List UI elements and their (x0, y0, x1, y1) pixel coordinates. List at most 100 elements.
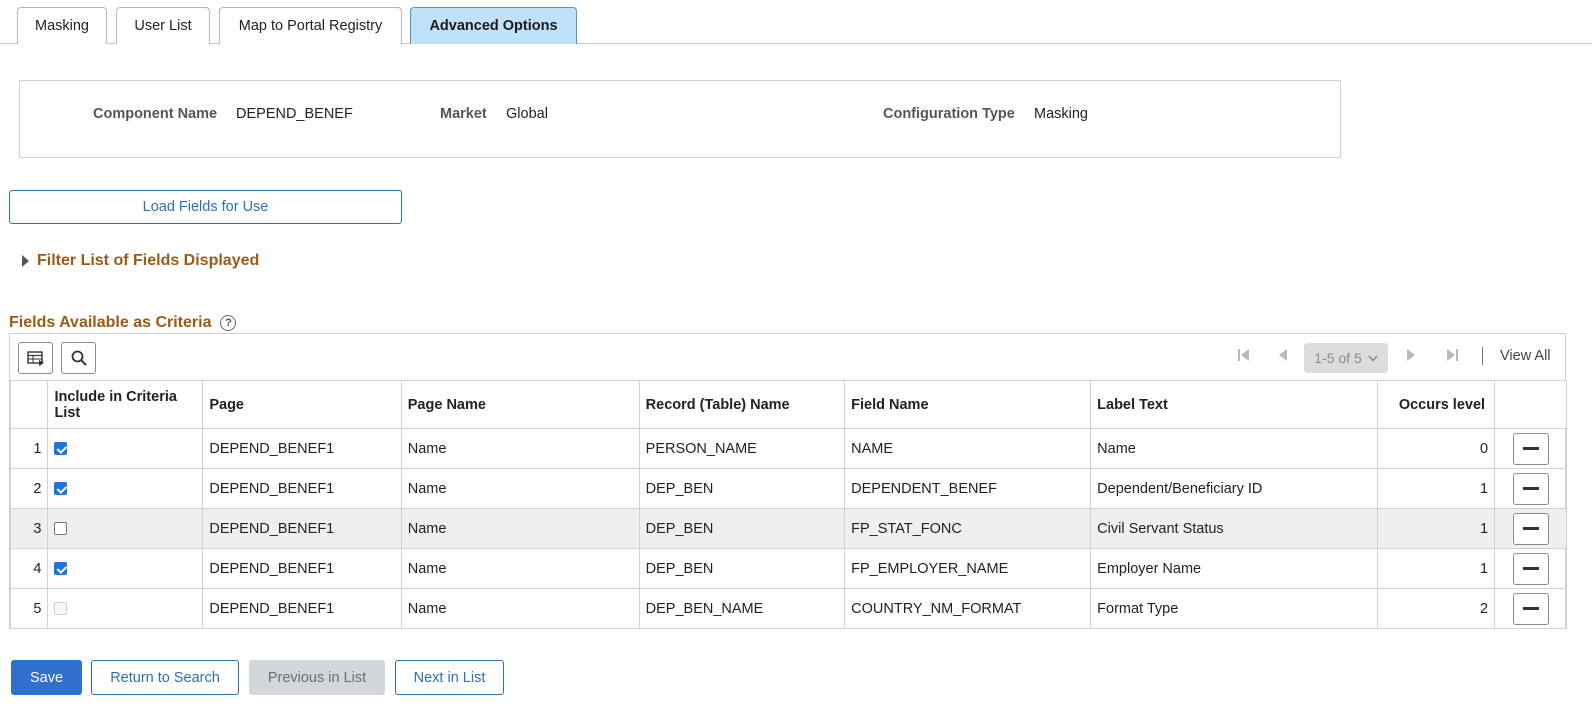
help-icon[interactable]: ? (220, 315, 237, 331)
next-in-list-button[interactable]: Next in List (395, 660, 504, 695)
label-text-cell: Dependent/Beneficiary ID (1090, 468, 1378, 509)
view-all-link[interactable]: View All (1500, 348, 1551, 364)
next-page-icon[interactable] (1406, 348, 1416, 365)
minus-icon (1522, 487, 1539, 490)
previous-page-icon[interactable] (1278, 348, 1288, 365)
record-name-cell: DEP_BEN_NAME (638, 588, 846, 629)
previous-in-list-button[interactable]: Previous in List (249, 660, 385, 695)
first-page-icon[interactable] (1238, 348, 1250, 365)
page-name-cell: Name (400, 548, 640, 589)
column-header-record-name: Record (Table) Name (638, 380, 846, 429)
page-range-value: 1-5 of 5 (1314, 350, 1362, 366)
page-name-cell: Name (400, 468, 640, 509)
chevron-down-icon (1368, 351, 1378, 365)
column-header-include: Include in Criteria List (47, 380, 204, 429)
include-checkbox[interactable] (54, 522, 68, 536)
field-name-cell: COUNTRY_NM_FORMAT (844, 588, 1092, 629)
tab-masking[interactable]: Masking (17, 7, 107, 44)
grid-search-button[interactable] (61, 342, 96, 374)
label-text-cell: Civil Servant Status (1090, 508, 1378, 549)
row-number: 4 (9, 548, 49, 589)
fields-table: Include in Criteria List Page Page Name … (9, 380, 1567, 629)
row-number: 2 (9, 468, 49, 509)
table-row: 1 DEPEND_BENEF1 Name PERSON_NAME NAME Name 0 (9, 428, 1567, 469)
row-number-header (9, 380, 49, 429)
configuration-type-value: Masking (1034, 106, 1088, 122)
column-header-actions (1494, 380, 1567, 429)
page-cell: DEPEND_BENEF1 (202, 588, 402, 629)
occurs-level-cell: 0 (1376, 428, 1496, 469)
include-cell (47, 508, 204, 549)
delete-row-button[interactable] (1512, 432, 1549, 465)
row-number: 1 (9, 428, 49, 469)
filter-section-toggle[interactable]: Filter List of Fields Displayed (22, 250, 259, 272)
grid-settings-icon (26, 351, 44, 366)
minus-icon (1522, 447, 1539, 450)
page-range-select[interactable]: 1-5 of 5 (1304, 343, 1388, 373)
tab-advanced-options-label: Advanced Options (429, 18, 558, 34)
filter-section-label: Filter List of Fields Displayed (37, 252, 260, 269)
page-cell: DEPEND_BENEF1 (202, 508, 402, 549)
column-header-occurs-level: Occurs level (1376, 380, 1496, 429)
occurs-level-cell: 1 (1376, 468, 1496, 509)
caret-right-icon (22, 255, 29, 267)
delete-cell (1494, 548, 1567, 589)
page-name-cell: Name (400, 508, 640, 549)
occurs-level-cell: 1 (1376, 508, 1496, 549)
grid-toolbar: 1-5 of 5 View All (10, 334, 1565, 380)
field-name-cell: FP_STAT_FONC (844, 508, 1092, 549)
delete-row-button[interactable] (1512, 472, 1549, 505)
load-fields-button[interactable]: Load Fields for Use (9, 190, 402, 224)
row-number: 3 (9, 508, 49, 549)
tab-advanced-options[interactable]: Advanced Options (410, 7, 577, 44)
include-checkbox[interactable] (54, 442, 68, 456)
include-checkbox[interactable] (54, 562, 68, 576)
field-name-cell: FP_EMPLOYER_NAME (844, 548, 1092, 589)
record-name-cell: DEP_BEN (638, 508, 846, 549)
fields-grid: 1-5 of 5 View All Include in Criteria Li… (9, 333, 1567, 629)
component-name-label: Component Name (93, 106, 218, 122)
component-info-box: Component Name DEPEND_BENEF Market Globa… (19, 80, 1341, 158)
table-header-row: Include in Criteria List Page Page Name … (9, 380, 1567, 429)
delete-row-button[interactable] (1512, 592, 1549, 625)
column-header-field-name: Field Name (844, 380, 1092, 429)
grid-personalize-button[interactable] (18, 342, 53, 374)
delete-cell (1494, 588, 1567, 629)
minus-icon (1522, 527, 1539, 530)
tab-bar: Masking User List Map to Portal Registry… (0, 0, 1592, 44)
tab-map-to-portal-registry[interactable]: Map to Portal Registry (219, 7, 402, 44)
table-row: 4 DEPEND_BENEF1 Name DEP_BEN FP_EMPLOYER_NAM… (9, 548, 1567, 589)
include-cell (47, 548, 204, 589)
delete-row-button[interactable] (1512, 552, 1549, 585)
market-value: Global (506, 106, 548, 122)
delete-row-button[interactable] (1512, 512, 1549, 545)
page-cell: DEPEND_BENEF1 (202, 548, 402, 589)
table-row: 3 DEPEND_BENEF1 Name DEP_BEN FP_STAT_FONC Civ… (9, 508, 1567, 549)
column-header-page-name: Page Name (400, 380, 640, 429)
include-cell (47, 428, 204, 469)
page-name-cell: Name (400, 428, 640, 469)
column-header-label-text: Label Text (1090, 380, 1378, 429)
table-row: 2 DEPEND_BENEF1 Name DEP_BEN DEPENDENT_BENEF… (9, 468, 1567, 509)
include-checkbox[interactable] (54, 602, 68, 616)
record-name-cell: DEP_BEN (638, 548, 846, 589)
search-icon (71, 350, 87, 366)
last-page-icon[interactable] (1446, 348, 1458, 365)
label-text-cell: Format Type (1090, 588, 1378, 629)
page-cell: DEPEND_BENEF1 (202, 428, 402, 469)
include-cell (47, 468, 204, 509)
market-label: Market (440, 106, 487, 122)
page-name-cell: Name (400, 588, 640, 629)
label-text-cell: Employer Name (1090, 548, 1378, 589)
include-checkbox[interactable] (54, 482, 68, 496)
save-button[interactable]: Save (11, 660, 82, 695)
field-name-cell: DEPENDENT_BENEF (844, 468, 1092, 509)
delete-cell (1494, 428, 1567, 469)
tab-user-list[interactable]: User List (116, 7, 210, 44)
tab-masking-label: Masking (35, 18, 89, 34)
table-row: 5 DEPEND_BENEF1 Name DEP_BEN_NAME COUNTRY_NM… (9, 588, 1567, 629)
delete-cell (1494, 468, 1567, 509)
occurs-level-cell: 2 (1376, 588, 1496, 629)
tab-map-to-portal-registry-label: Map to Portal Registry (238, 18, 383, 34)
return-to-search-button[interactable]: Return to Search (91, 660, 239, 695)
